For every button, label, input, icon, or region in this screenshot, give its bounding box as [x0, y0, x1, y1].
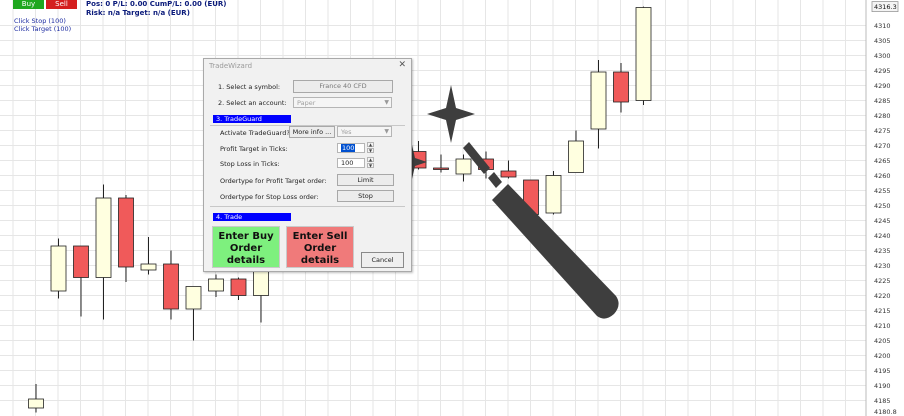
stop-loss-input[interactable]: 100 — [337, 158, 365, 168]
candle-body — [478, 158, 494, 170]
candle-body — [230, 278, 247, 296]
more-info-button[interactable]: More info ... — [289, 126, 335, 138]
candle-body — [140, 263, 157, 271]
candle-body — [50, 245, 67, 292]
price-tick-label: 4310 — [874, 22, 891, 30]
price-tick-label: 4200 — [874, 352, 891, 360]
candle-body — [523, 179, 539, 215]
price-chart[interactable]: 4310 4305 4300 4295 4290 4285 4280 4275 4270 4265… — [0, 0, 904, 416]
symbol-label: 1. Select a symbol: — [218, 83, 281, 91]
risk-info: Risk: n/a Target: n/a (EUR) — [86, 9, 190, 17]
activate-tradeguard-dropdown[interactable]: Yes ▼ — [337, 126, 392, 137]
price-tick-label: 4210 — [874, 322, 891, 330]
buy-button[interactable]: Buy — [13, 0, 44, 9]
click-target-control[interactable]: Click Target (100) — [14, 25, 71, 33]
profit-target-value: 100 — [341, 144, 356, 152]
enter-buy-order-button[interactable]: Enter Buy Order details — [212, 226, 280, 268]
ordertype-profit-label: Ordertype for Profit Target order: — [220, 177, 327, 185]
price-tick-label: 4215 — [874, 307, 891, 315]
price-tick-label: 4245 — [874, 217, 891, 225]
price-tick-label: 4205 — [874, 337, 891, 345]
candle-body — [163, 263, 179, 310]
price-tick-label: 4235 — [874, 247, 891, 255]
activate-tradeguard-label: Activate TradeGuard? — [220, 129, 290, 137]
click-stop-control[interactable]: Click Stop (100) — [14, 17, 66, 25]
chevron-down-icon: ▼ — [384, 99, 389, 106]
price-tick-label: 4290 — [874, 82, 891, 90]
candle-body — [95, 197, 112, 278]
section-trade: 4. Trade — [213, 213, 291, 221]
candle-body — [455, 158, 472, 175]
profit-target-label: Profit Target in Ticks: — [220, 145, 288, 153]
price-tick-label: 4240 — [874, 232, 891, 240]
stop-spin-down-icon[interactable]: ▼ — [367, 163, 374, 168]
section-tradeguard: 3. TradeGuard — [213, 115, 291, 123]
price-tick-label: 4280 — [874, 112, 891, 120]
divider — [210, 206, 405, 207]
ordertype-profit-button[interactable]: Limit — [337, 174, 394, 186]
enter-sell-order-button[interactable]: Enter Sell Order details — [286, 226, 354, 268]
close-icon[interactable]: ✕ — [398, 60, 406, 70]
stop-spin-up-icon[interactable]: ▲ — [367, 157, 374, 162]
activate-value: Yes — [341, 128, 352, 136]
position-info: Pos: 0 P/L: 0.00 CumP/L: 0.00 (EUR) — [86, 0, 227, 8]
candle-body — [545, 175, 562, 214]
ordertype-stop-label: Ordertype for Stop Loss order: — [220, 193, 319, 201]
price-tick-label: 4300 — [874, 52, 891, 60]
account-label: 2. Select an account: — [218, 99, 287, 107]
candle-body — [433, 167, 449, 170]
price-tick-label: 4220 — [874, 292, 891, 300]
candle-body — [590, 71, 607, 130]
price-tick-label: 4260 — [874, 172, 891, 180]
stop-loss-label: Stop Loss in Ticks: — [220, 160, 280, 168]
trade-wizard-dialog[interactable]: TradeWizard ✕ 1. Select a symbol: France… — [203, 58, 412, 272]
price-tick-label: 4185 — [874, 397, 891, 405]
candle-body — [185, 286, 202, 310]
candle-body — [410, 151, 427, 169]
candle-body — [500, 170, 517, 178]
chevron-down-icon: ▼ — [384, 128, 389, 135]
price-tick-label: 4230 — [874, 262, 891, 270]
account-dropdown[interactable]: Paper ▼ — [293, 97, 392, 108]
price-tick-label: 4285 — [874, 97, 891, 105]
candle-body — [613, 71, 629, 103]
price-tick-label: 4195 — [874, 367, 891, 375]
candle-body — [635, 7, 652, 101]
price-tick-label: 4305 — [874, 37, 891, 45]
candle-body — [208, 278, 224, 292]
sell-button[interactable]: Sell — [46, 0, 77, 9]
account-value: Paper — [297, 99, 316, 107]
dialog-title: TradeWizard — [209, 62, 253, 70]
candle-body — [568, 140, 584, 173]
price-tick-label: 4255 — [874, 187, 891, 195]
price-tick-label: 4225 — [874, 277, 891, 285]
price-tick-label: 4270 — [874, 142, 891, 150]
ordertype-stop-button[interactable]: Stop — [337, 190, 394, 202]
profit-spin-down-icon[interactable]: ▼ — [367, 148, 374, 153]
profit-spin-up-icon[interactable]: ▲ — [367, 142, 374, 147]
price-tick-label: 4265 — [874, 157, 891, 165]
cancel-button[interactable]: Cancel — [361, 252, 404, 268]
bottom-price-label: 4180.8 — [874, 408, 897, 416]
price-tick-label: 4190 — [874, 382, 891, 390]
candle-body — [28, 398, 44, 409]
price-tick-label: 4250 — [874, 202, 891, 210]
current-price-label: 4316.3 — [874, 3, 897, 11]
symbol-select-button[interactable]: France 40 CFD — [293, 80, 393, 93]
price-tick-label: 4295 — [874, 67, 891, 75]
profit-target-input[interactable]: 100 — [337, 143, 365, 153]
price-tick-label: 4275 — [874, 127, 891, 135]
candle-body — [73, 245, 89, 278]
candle-body — [118, 197, 134, 268]
